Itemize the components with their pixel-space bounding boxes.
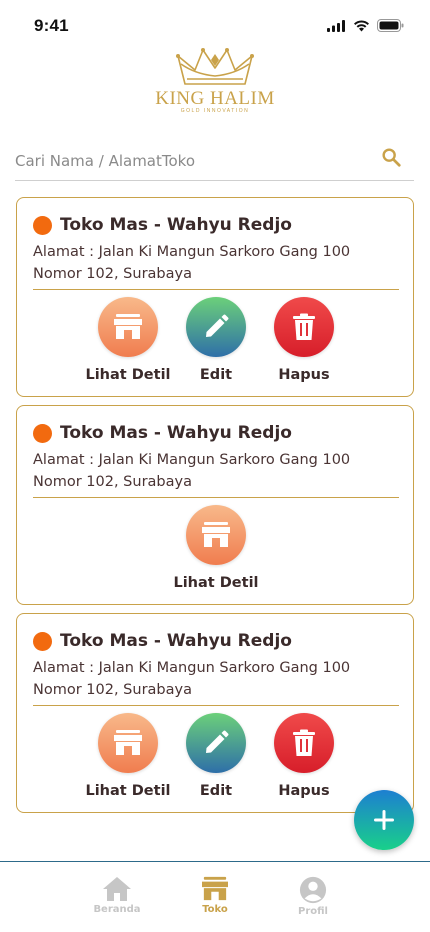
search-bar <box>15 140 414 181</box>
card-divider <box>33 497 399 498</box>
store-name: Toko Mas - Wahyu Redjo <box>60 215 292 235</box>
store-icon <box>202 522 230 547</box>
store-address: Alamat : Jalan Ki Mangun Sarkoro Gang 10… <box>33 660 351 698</box>
view-detail-label: Lihat Detil <box>85 783 171 799</box>
search-input[interactable] <box>15 148 365 174</box>
edit-button[interactable]: Edit <box>172 713 260 808</box>
delete-label: Hapus <box>278 783 330 799</box>
signal-icon <box>327 19 345 32</box>
view-detail-label: Lihat Detil <box>85 367 171 383</box>
status-dot <box>33 423 52 443</box>
user-icon <box>299 876 327 904</box>
card-divider <box>33 705 399 706</box>
brand-name: KING HALIM <box>155 88 275 109</box>
store-name: Toko Mas - Wahyu Redjo <box>60 423 292 443</box>
status-dot <box>33 215 52 235</box>
pencil-icon <box>206 730 229 753</box>
card-actions: Lihat Detil <box>17 505 415 600</box>
plus-icon <box>374 810 394 830</box>
store-card: Toko Mas - Wahyu Redjo Alamat : Jalan Ki… <box>16 613 414 813</box>
search-icon[interactable] <box>380 146 402 168</box>
delete-button[interactable]: Hapus <box>260 713 348 808</box>
nav-item-profil[interactable]: Profil <box>278 876 348 917</box>
trash-icon <box>293 729 315 756</box>
bottom-nav: Beranda Toko Profil <box>0 861 430 932</box>
store-card: Toko Mas - Wahyu Redjo Alamat : Jalan Ki… <box>16 405 414 605</box>
store-address: Alamat : Jalan Ki Mangun Sarkoro Gang 10… <box>33 244 351 282</box>
status-icons <box>327 19 404 32</box>
store-icon <box>114 730 142 755</box>
wifi-icon <box>354 19 369 31</box>
store-icon <box>202 876 228 901</box>
nav-item-beranda[interactable]: Beranda <box>82 876 152 915</box>
add-store-button[interactable] <box>354 790 414 850</box>
store-card: Toko Mas - Wahyu Redjo Alamat : Jalan Ki… <box>16 197 414 397</box>
nav-label-beranda: Beranda <box>93 904 141 915</box>
delete-button[interactable]: Hapus <box>260 297 348 392</box>
home-icon <box>103 877 131 901</box>
brand-logo: KING HALIM GOLD INNOVATION <box>145 46 285 116</box>
battery-icon <box>377 19 404 32</box>
nav-item-toko[interactable]: Toko <box>180 876 250 915</box>
edit-button[interactable]: Edit <box>172 297 260 392</box>
card-divider <box>33 289 399 290</box>
edit-label: Edit <box>199 783 233 799</box>
nav-label-profil: Profil <box>298 906 328 917</box>
store-name: Toko Mas - Wahyu Redjo <box>60 631 292 651</box>
nav-label-toko: Toko <box>202 904 228 915</box>
view-detail-label: Lihat Detil <box>173 575 259 591</box>
view-detail-button[interactable]: Lihat Detil <box>84 713 172 808</box>
pencil-icon <box>206 314 229 337</box>
edit-label: Edit <box>199 367 233 383</box>
store-icon <box>114 314 142 339</box>
view-detail-button[interactable]: Lihat Detil <box>84 297 172 392</box>
trash-icon <box>293 313 315 340</box>
store-address: Alamat : Jalan Ki Mangun Sarkoro Gang 10… <box>33 452 351 490</box>
brand-tagline: GOLD INNOVATION <box>180 108 250 114</box>
card-actions: Lihat Detil Edit Hapus <box>17 297 415 392</box>
view-detail-button[interactable]: Lihat Detil <box>172 505 260 600</box>
status-time: 9:41 <box>34 16 69 35</box>
crown-icon <box>176 48 254 85</box>
delete-label: Hapus <box>278 367 330 383</box>
status-dot <box>33 631 52 651</box>
card-actions: Lihat Detil Edit Hapus <box>17 713 415 808</box>
